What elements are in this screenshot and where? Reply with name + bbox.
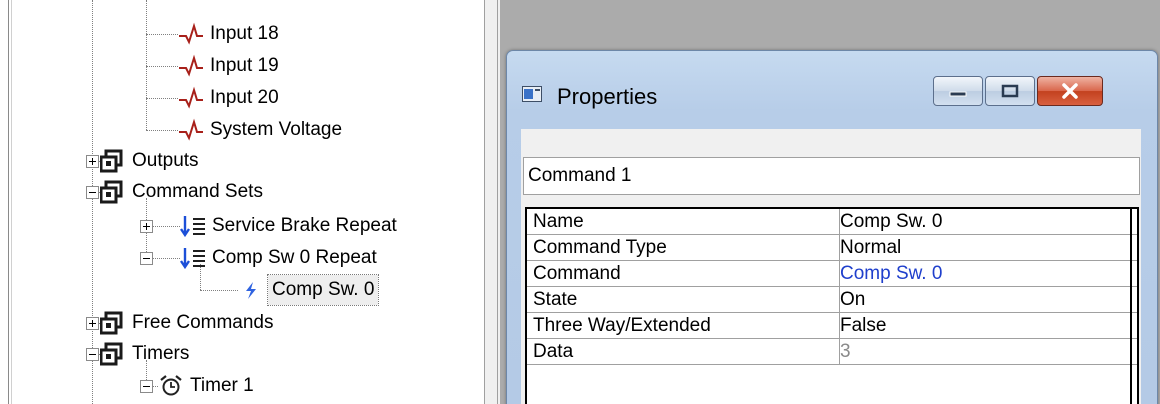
minimize-icon [949,91,967,97]
property-value[interactable]: 3 [834,339,1136,364]
tree-node-label: System Voltage [210,119,343,140]
property-name: Name [527,209,840,234]
tree-node[interactable]: Input 18 [178,19,279,49]
property-name: Three Way/Extended [527,313,840,338]
tree-connector-vertical [146,0,147,130]
property-row[interactable]: Command Comp Sw. 0 [527,261,1137,287]
tree-connector-horizontal [152,226,180,227]
group-icon [100,311,126,335]
tree-node[interactable]: Timer 1 [158,371,254,401]
expand-toggle-icon[interactable] [140,220,153,233]
property-row[interactable]: Command Type Normal [527,235,1137,261]
tree-node-label: Comp Sw. 0 [266,274,380,306]
tree-node[interactable]: Free Commands [100,308,274,338]
property-grid[interactable]: Name Comp Sw. 0 Command Type Normal Command C… [525,207,1139,404]
tree-node[interactable]: Comp Sw 0 Repeat [180,243,377,273]
property-name: State [527,287,840,312]
property-value[interactable]: False [834,313,1136,338]
collapse-toggle-icon[interactable] [140,252,153,265]
expand-toggle-icon[interactable] [86,155,99,168]
maximize-button[interactable] [985,76,1035,106]
property-value[interactable]: Comp Sw. 0 [834,209,1136,234]
tree-connector-horizontal [146,130,178,131]
group-icon [100,180,126,204]
splitter-edge-right [497,0,498,404]
tree-node[interactable]: Service Brake Repeat [180,211,397,241]
tree-connector-horizontal [146,98,178,99]
alarm-clock-icon [158,374,184,398]
property-name: Command Type [527,235,840,260]
waveform-icon [178,22,204,46]
tree-node[interactable]: Input 20 [178,83,279,113]
tree-node-label: Input 20 [210,87,279,108]
tree-node[interactable]: Outputs [100,146,199,176]
tree-node-label: Input 18 [210,23,279,44]
tree-node-label: Command Sets [132,181,263,202]
tree-node[interactable]: Timers [100,339,189,369]
splitter-edge-left [484,0,485,404]
properties-window: Properties Command 1 Name Comp Sw. 0 Com… [506,50,1158,404]
group-icon [100,342,126,366]
property-value[interactable]: On [834,287,1136,312]
tree-node[interactable]: System Voltage [178,115,342,145]
tree-connector-horizontal [146,66,178,67]
close-button[interactable] [1037,76,1103,106]
collapse-toggle-icon[interactable] [86,348,99,361]
command-list-icon [180,214,206,238]
property-value[interactable]: Comp Sw. 0 [834,261,1136,286]
tree-node-label: Timers [132,343,190,364]
mdi-workspace: Properties Command 1 Name Comp Sw. 0 Com… [500,0,1160,404]
tree-node[interactable]: Comp Sw. 0 [238,274,380,306]
tree-node-label: Input 19 [210,55,279,76]
property-row[interactable]: Data 3 [527,339,1137,365]
command-list-icon [180,246,206,270]
properties-title: Properties [557,84,658,109]
property-name: Data [527,339,840,364]
tree-node-label: Service Brake Repeat [212,215,397,236]
lightning-icon [238,278,264,302]
selected-object-field[interactable]: Command 1 [523,157,1140,195]
property-row[interactable]: Three Way/Extended False [527,313,1137,339]
properties-client-area: Command 1 Name Comp Sw. 0 Command Type Norm… [521,129,1141,404]
property-name: Command [527,261,840,286]
tree-node-label: Timer 1 [190,375,254,396]
maximize-icon [1001,84,1019,98]
waveform-icon [178,54,204,78]
properties-window-icon [522,86,542,102]
tree-border-inner [11,0,12,404]
tree-connector-horizontal [152,258,180,259]
properties-titlebar[interactable]: Properties [507,51,1157,109]
tree-node-label: Outputs [132,150,199,171]
app-window: Input 18 Input 19 Input 20 System Voltage Ou… [0,0,1160,404]
tree-node-label: Free Commands [132,312,274,333]
collapse-toggle-icon[interactable] [86,186,99,199]
property-grid-right-border [1130,207,1132,404]
tree-border [8,0,9,404]
tree-node[interactable]: Command Sets [100,177,263,207]
tree-connector-vertical [92,0,93,404]
minimize-button[interactable] [933,76,983,106]
property-row[interactable]: State On [527,287,1137,313]
tree-node-label: Comp Sw 0 Repeat [212,247,377,268]
close-icon [1062,83,1078,99]
expand-toggle-icon[interactable] [86,317,99,330]
tree-connector-horizontal [200,290,238,291]
collapse-toggle-icon[interactable] [140,380,153,393]
tree-node[interactable]: Input 19 [178,51,279,81]
waveform-icon [178,118,204,142]
tree-connector-horizontal [146,34,178,35]
object-tree[interactable]: Input 18 Input 19 Input 20 System Voltage Ou… [0,0,484,404]
panel-splitter[interactable] [484,0,500,404]
property-value[interactable]: Normal [834,235,1136,260]
group-icon [100,149,126,173]
property-row[interactable]: Name Comp Sw. 0 [527,209,1137,235]
waveform-icon [178,86,204,110]
